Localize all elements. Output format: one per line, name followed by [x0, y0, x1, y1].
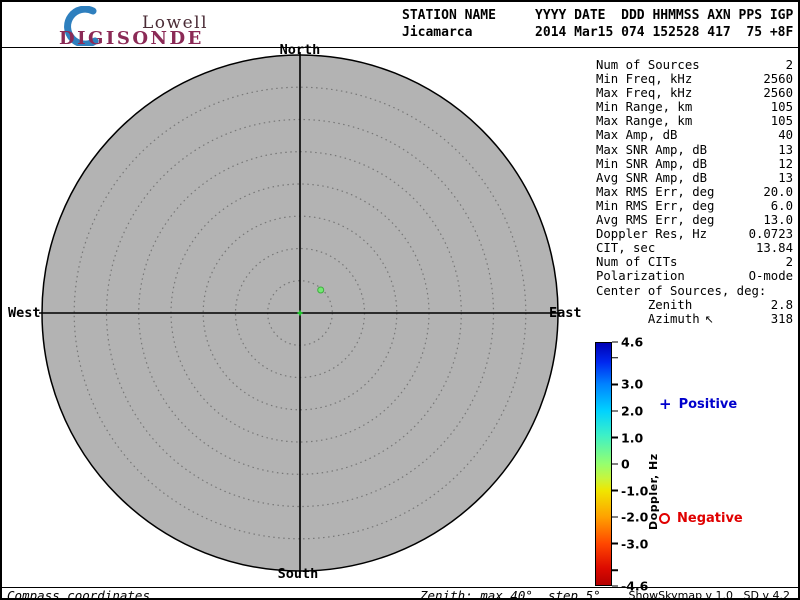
colorbar-tick: -1.0 — [612, 483, 648, 498]
info-row: Min RMS Err, deg 6.0 — [596, 198, 793, 213]
zenith-scale-label: Zenith: max 40° step 5° — [420, 588, 601, 600]
colorbar-tick-line — [612, 383, 618, 386]
compass-label-west: West — [8, 305, 41, 321]
colorbar-tick: 4.6 — [612, 335, 643, 350]
colorbar-tick-line — [612, 357, 618, 359]
info-row: Azimuth ↖ 318 — [596, 311, 793, 326]
colorbar-tick-line — [612, 489, 618, 492]
station-header-columns: STATION NAME YYYY DATE DDD HHMMSS AXN PP… — [402, 8, 794, 23]
info-row: Min Range, km 105 — [596, 100, 793, 115]
info-row: CIT, sec 13.84 — [596, 241, 793, 256]
colorbar-tick-line — [612, 569, 618, 571]
colorbar-tick-label: -1.0 — [621, 483, 649, 498]
skymap-window: Lowell DIGISONDE STATION NAME YYYY DATE … — [0, 0, 800, 600]
info-row: Max Range, km 105 — [596, 114, 793, 129]
legend-negative-label: Negative — [677, 511, 743, 526]
coordinate-system-label: Compass coordinates — [7, 588, 150, 600]
colorbar-tick-line — [612, 341, 618, 343]
compass-label-north: North — [279, 42, 321, 58]
info-table: Num of Sources 2 Min Freq, kHz 2560 Max … — [596, 58, 793, 326]
info-row: Doppler Res, Hz 0.0723 — [596, 227, 793, 242]
colorbar-tick: 1.0 — [612, 430, 643, 445]
legend-positive-label: Positive — [678, 397, 738, 412]
info-row: Center of Sources, deg: — [596, 283, 767, 298]
colorbar-tick — [612, 357, 621, 359]
info-row: Avg SNR Amp, dB 13 — [596, 170, 793, 185]
skymap-plot — [39, 52, 561, 574]
station-header: STATION NAME YYYY DATE DDD HHMMSS AXN PP… — [402, 7, 793, 41]
lowell-digisonde-logo: Lowell DIGISONDE — [2, 2, 252, 49]
legend-negative: Negative — [659, 511, 743, 526]
negative-symbol-icon — [659, 513, 670, 524]
colorbar-tick: 3.0 — [612, 377, 643, 392]
info-row: Min Freq, kHz 2560 — [596, 72, 793, 87]
colorbar-tick-line — [612, 463, 618, 465]
compass-label-east: East — [549, 305, 582, 321]
info-row: Polarization O-mode — [596, 269, 793, 284]
info-row: Avg RMS Err, deg 13.0 — [596, 213, 793, 228]
info-row: Num of Sources 2 — [596, 58, 793, 72]
positive-symbol-icon: + — [659, 395, 672, 413]
info-row: Max SNR Amp, dB 13 — [596, 142, 793, 157]
colorbar-tick: -2.0 — [612, 510, 648, 525]
version-label: ShowSkymap v 1.0 SD v 4.2 — [628, 589, 790, 600]
colorbar-tick: -3.0 — [612, 536, 648, 551]
station-header-values: Jicamarca 2014 Mar15 074 152528 417 75 +… — [402, 25, 794, 40]
logo-digisonde-text: DIGISONDE — [59, 28, 204, 49]
legend-positive: + Positive — [659, 395, 738, 413]
colorbar-tick-label: 2.0 — [621, 403, 644, 419]
colorbar-tick — [612, 569, 621, 571]
colorbar-tick: 2.0 — [612, 404, 643, 419]
colorbar-tick-label: 1.0 — [621, 430, 644, 445]
colorbar-tick-label: -2.0 — [621, 509, 649, 525]
nw-arrow-icon: ↖ — [704, 312, 714, 326]
colorbar-tick: 0 — [612, 457, 630, 472]
info-row: Num of CITs 2 — [596, 255, 793, 270]
colorbar-tick-line — [612, 516, 618, 518]
info-row: Max Freq, kHz 2560 — [596, 86, 793, 101]
compass-label-south: South — [277, 566, 319, 582]
colorbar-tick-label: 4.6 — [621, 334, 644, 350]
source-marker-positive — [317, 286, 325, 294]
info-row: Zenith 2.8 — [596, 297, 793, 312]
colorbar-tick-label: 0 — [621, 456, 630, 472]
colorbar-tick-line — [612, 436, 618, 439]
info-row: Min SNR Amp, dB 12 — [596, 156, 793, 171]
info-row: Max Amp, dB 40 — [596, 128, 793, 143]
colorbar-tick-line — [612, 410, 618, 412]
info-row: Max RMS Err, deg 20.0 — [596, 184, 793, 199]
colorbar-tick-label: -3.0 — [621, 536, 649, 552]
colorbar-tick-line — [612, 542, 618, 545]
colorbar-tick-label: 3.0 — [621, 376, 644, 392]
